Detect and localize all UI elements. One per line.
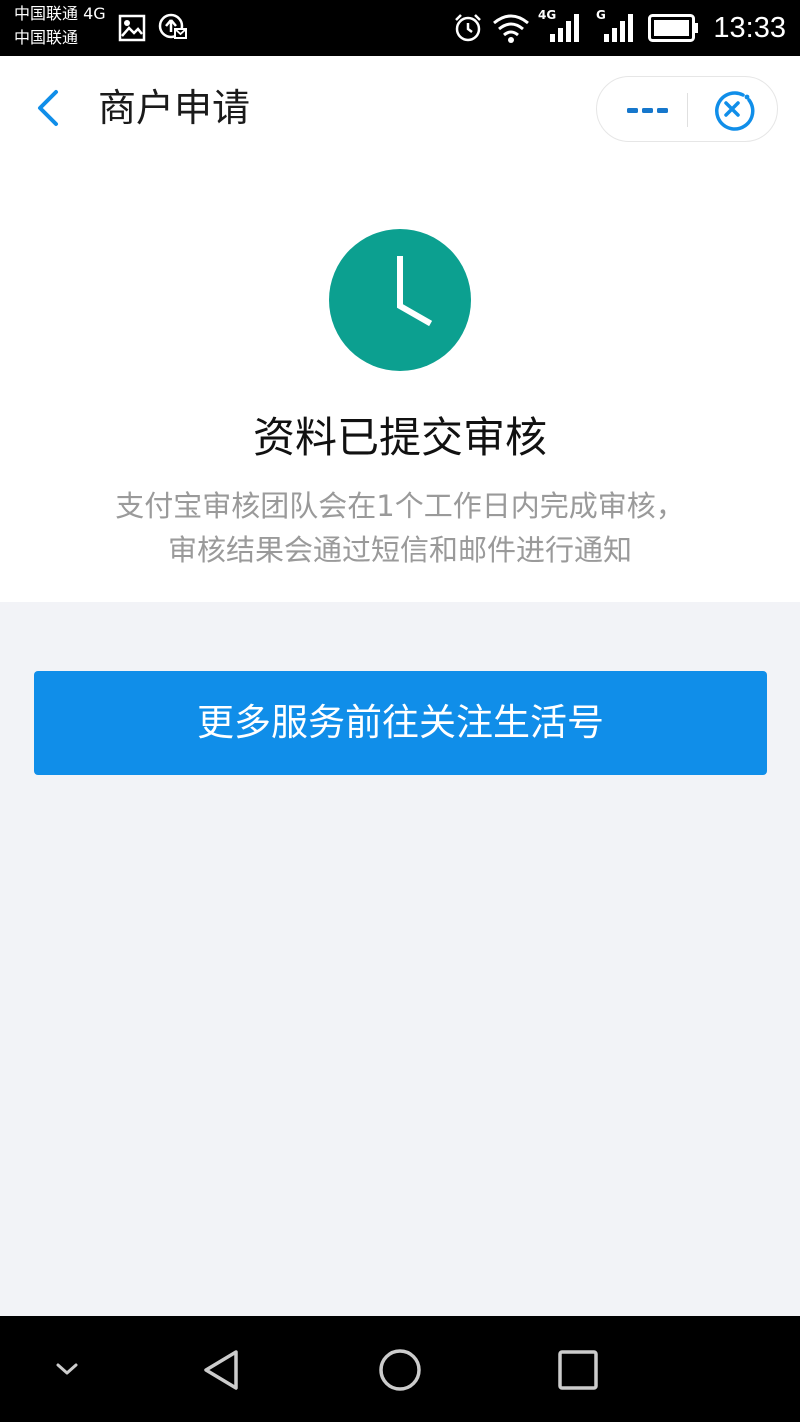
capsule-divider (687, 93, 688, 127)
status-bar: 中国联通 4G 中国联通 4G G 13:33 (0, 0, 800, 56)
image-icon (118, 14, 146, 42)
recents-icon[interactable] (556, 1348, 600, 1392)
chevron-left-icon (38, 90, 58, 126)
more-dots-icon (627, 108, 668, 113)
carrier-label-1: 中国联通 4G (14, 4, 106, 23)
more-button[interactable] (615, 85, 679, 135)
signal-icon-2 (604, 14, 633, 42)
result-description: 支付宝审核团队会在1个工作日内完成审核，审核结果会通过短信和邮件进行通知 (115, 489, 685, 567)
share-icon (158, 13, 187, 39)
result-card: 资料已提交审核 支付宝审核团队会在1个工作日内完成审核，审核结果会通过短信和邮件… (0, 162, 800, 602)
mini-program-capsule (596, 76, 778, 142)
system-nav-bar (0, 1316, 800, 1422)
back-icon[interactable] (198, 1346, 246, 1394)
title-bar: 商户申请 (0, 56, 800, 162)
result-title: 资料已提交审核 (252, 413, 547, 462)
collapse-icon[interactable] (52, 1356, 82, 1382)
signal-icon (550, 14, 579, 42)
alarm-icon (455, 14, 481, 42)
close-circle-icon (715, 91, 755, 131)
back-button[interactable] (28, 86, 72, 130)
close-button[interactable] (705, 85, 759, 135)
page-title: 商户申请 (98, 86, 251, 130)
status-time: 13:33 (713, 12, 786, 44)
wifi-icon (493, 14, 529, 43)
carrier-label-2: 中国联通 (14, 28, 79, 47)
battery-icon (648, 14, 698, 42)
clock-icon (329, 229, 471, 371)
home-icon[interactable] (376, 1346, 424, 1394)
follow-life-account-button[interactable]: 更多服务前往关注生活号 (34, 671, 767, 775)
